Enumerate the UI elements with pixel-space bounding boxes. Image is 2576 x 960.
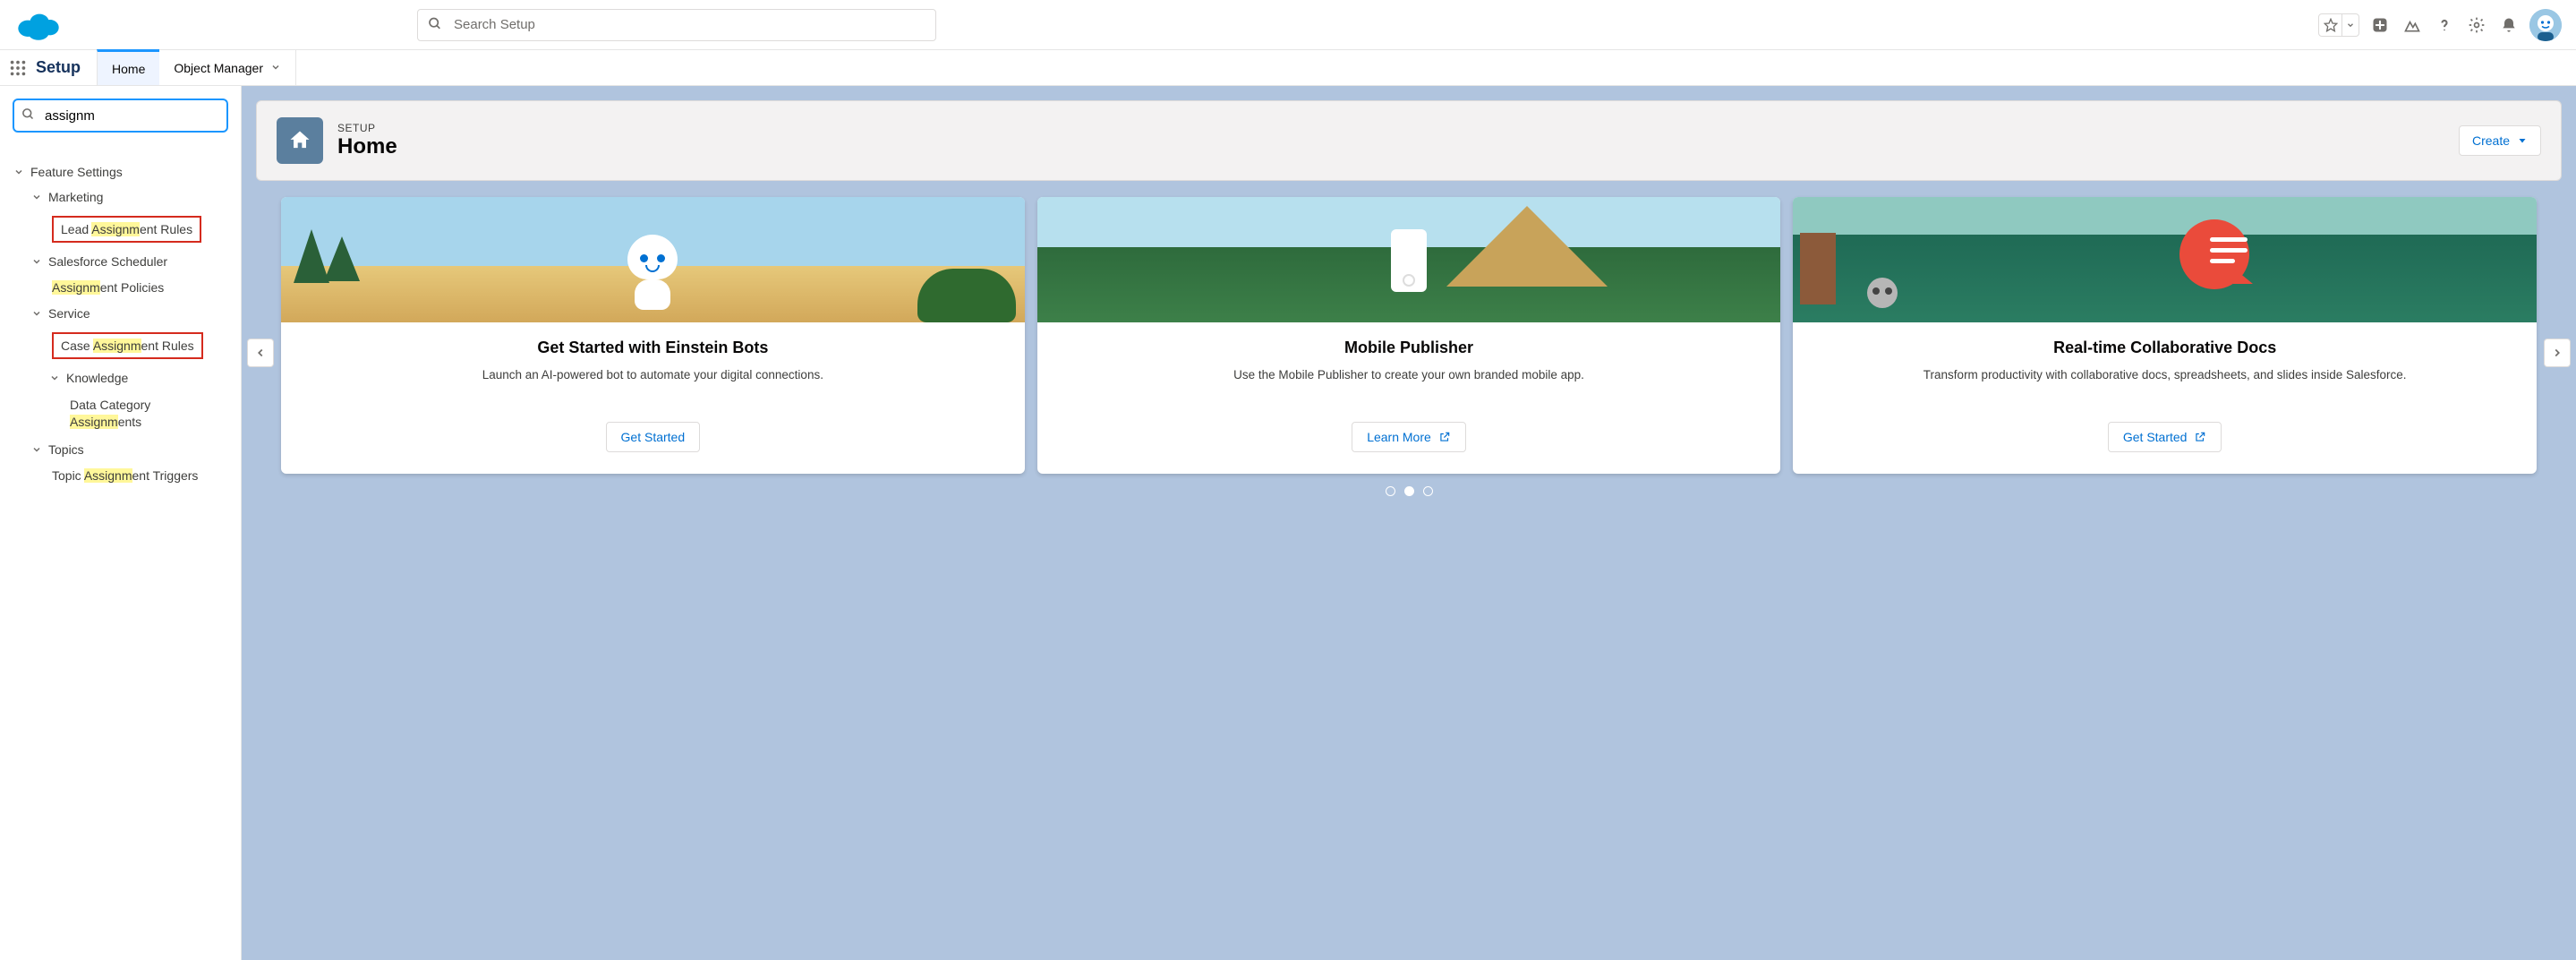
cta-label: Get Started [2123,430,2188,444]
tree-leaf-lead-assignment-rules[interactable]: Lead Assignment Rules [48,210,228,249]
tree-label-text: Knowledge [66,371,128,385]
tree-node-service[interactable]: Service [30,301,228,326]
create-button-label: Create [2472,133,2510,148]
card-illustration [281,197,1025,322]
card-title: Real-time Collaborative Docs [1811,339,2519,357]
favorites-button[interactable] [2318,13,2359,37]
card-title: Get Started with Einstein Bots [299,339,1007,357]
carousel-next-button[interactable] [2544,339,2571,367]
promo-card-einstein-bots: Get Started with Einstein Bots Launch an… [281,197,1025,474]
settings-gear-icon[interactable] [2465,13,2488,37]
chevron-down-icon [30,256,43,267]
card-illustration [1793,197,2537,322]
search-icon [21,107,35,124]
app-nav-bar: Setup Home Object Manager [0,50,2576,86]
global-add-button[interactable] [2368,13,2392,37]
card-illustration [1037,197,1781,322]
tree-leaf-assignment-policies[interactable]: Assignment Policies [48,274,228,301]
tree-node-feature-settings[interactable]: Feature Settings [13,159,228,184]
external-link-icon [1438,431,1451,443]
create-button[interactable]: Create [2459,125,2541,156]
tree-label-text: Topics [48,442,84,457]
carousel-indicators [281,486,2537,496]
carousel-dot[interactable] [1423,486,1433,496]
tree-node-topics[interactable]: Topics [30,437,228,462]
notifications-bell-icon[interactable] [2497,13,2521,37]
chevron-down-icon [30,308,43,319]
tree-leaf-data-category-assignments[interactable]: Data Category Assignments [66,390,228,437]
cta-label: Learn More [1367,430,1431,444]
card-cta-button[interactable]: Learn More [1352,422,1466,452]
promo-carousel: Get Started with Einstein Bots Launch an… [242,188,2576,518]
salesforce-logo[interactable] [14,8,95,42]
help-icon[interactable] [2433,13,2456,37]
chevron-down-icon [270,61,281,75]
tree-node-salesforce-scheduler[interactable]: Salesforce Scheduler [30,249,228,274]
card-description: Transform productivity with collaborativ… [1811,366,2519,402]
home-icon [277,117,323,164]
star-icon [2319,14,2342,36]
carousel-prev-button[interactable] [247,339,274,367]
global-header [0,0,2576,50]
chevron-down-icon [13,167,25,177]
tree-node-marketing[interactable]: Marketing [30,184,228,210]
quick-find-input[interactable] [13,99,228,133]
chevron-left-icon [254,347,267,359]
tree-node-knowledge[interactable]: Knowledge [48,365,228,390]
card-title: Mobile Publisher [1055,339,1763,357]
trailhead-icon[interactable] [2401,13,2424,37]
quick-find [13,99,228,133]
app-title: Setup [36,58,97,77]
raccoon-icon [1867,278,1898,308]
tab-object-manager[interactable]: Object Manager [159,50,296,85]
carousel-dot[interactable] [1404,486,1414,496]
setup-tree: Feature Settings Marketing Lead Assignme… [13,159,228,489]
tree-label-text: Salesforce Scheduler [48,254,167,269]
global-header-actions [2318,9,2562,41]
cta-label: Get Started [621,430,686,444]
carousel-dot[interactable] [1386,486,1395,496]
chevron-down-icon [48,373,61,383]
global-search [417,9,936,41]
tree-leaf-case-assignment-rules[interactable]: Case Assignment Rules [48,326,228,365]
chevron-right-icon [2551,347,2563,359]
tab-label: Object Manager [174,61,263,75]
tree-leaf-topic-assignment-triggers[interactable]: Topic Assignment Triggers [48,462,228,489]
search-icon [428,16,442,33]
tree-label-text: Service [48,306,90,321]
tree-label-text: Feature Settings [30,165,123,179]
global-search-input[interactable] [417,9,936,41]
chevron-down-icon [30,192,43,202]
setup-content: SETUP Home Create [242,86,2576,960]
card-cta-button[interactable]: Get Started [606,422,701,452]
tab-home[interactable]: Home [97,49,159,85]
page-eyebrow: SETUP [337,122,397,134]
setup-sidebar: Feature Settings Marketing Lead Assignme… [0,86,242,960]
user-avatar[interactable] [2529,9,2562,41]
page-title: Home [337,134,397,159]
card-description: Launch an AI-powered bot to automate you… [299,366,1007,402]
phone-icon [1391,229,1427,292]
app-launcher-icon[interactable] [0,50,36,86]
triangle-down-icon [2517,135,2528,146]
chevron-down-icon [30,444,43,455]
promo-card-collaborative-docs: Real-time Collaborative Docs Transform p… [1793,197,2537,474]
promo-card-mobile-publisher: Mobile Publisher Use the Mobile Publishe… [1037,197,1781,474]
tree-label-text: Marketing [48,190,103,204]
page-header: SETUP Home Create [256,100,2562,181]
external-link-icon [2194,431,2206,443]
chevron-down-icon [2342,21,2358,30]
card-description: Use the Mobile Publisher to create your … [1055,366,1763,402]
card-cta-button[interactable]: Get Started [2108,422,2222,452]
